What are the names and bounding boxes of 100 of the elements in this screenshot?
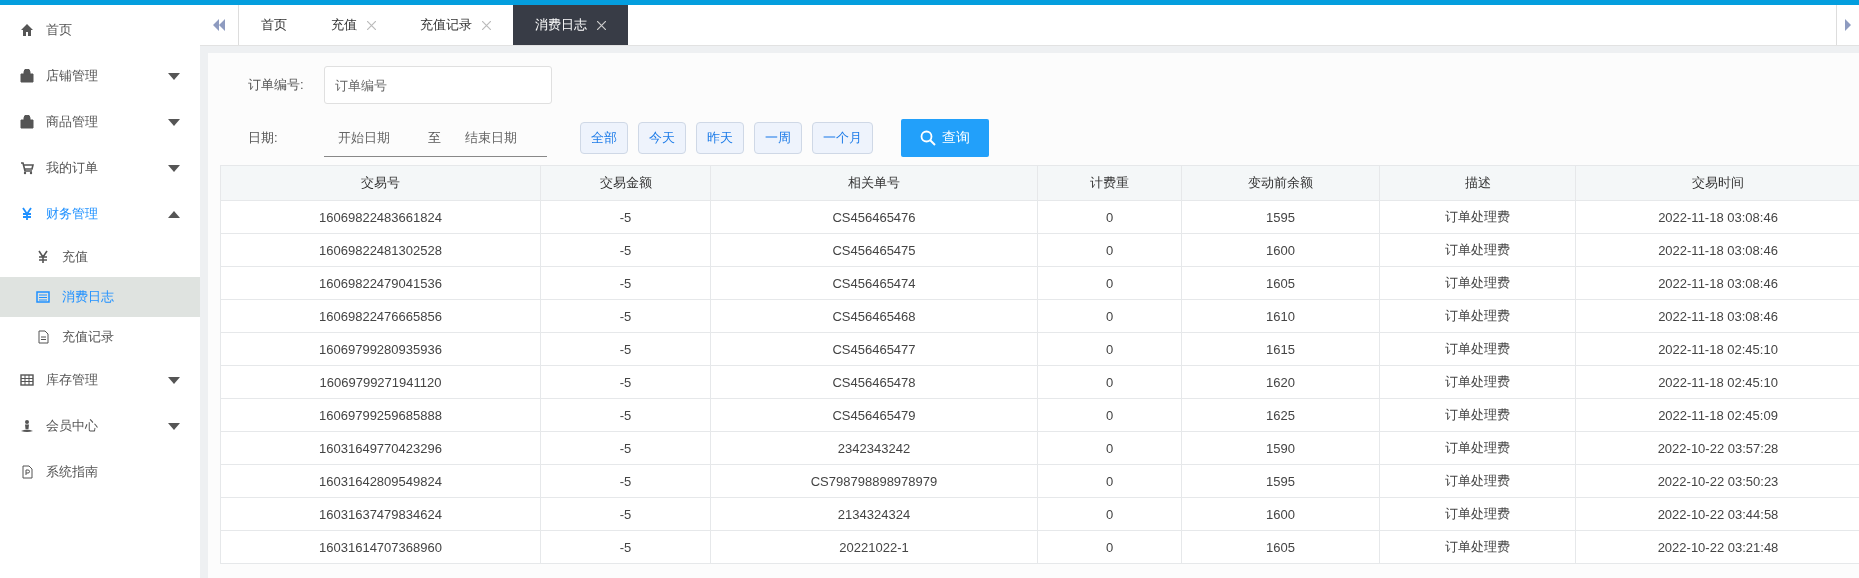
- sidebar-item[interactable]: 库存管理: [0, 357, 200, 403]
- menu-icon: [20, 23, 34, 37]
- column-header: 变动前余额: [1181, 165, 1380, 201]
- table-cell: 订单处理费: [1379, 431, 1576, 465]
- table-cell: 订单处理费: [1379, 365, 1576, 399]
- menu-icon: [36, 290, 50, 304]
- caret-icon: [168, 118, 180, 126]
- menu-icon: [20, 373, 34, 387]
- table-cell: 1600: [1181, 497, 1380, 531]
- table-cell: 1610: [1181, 299, 1380, 333]
- table-cell: CS456465479: [710, 398, 1038, 432]
- menu-icon: [20, 115, 34, 129]
- table-cell: -5: [540, 233, 711, 267]
- sidebar-item[interactable]: 我的订单: [0, 145, 200, 191]
- end-date-field[interactable]: 结束日期: [465, 130, 543, 145]
- table-cell: 订单处理费: [1379, 233, 1576, 267]
- table-cell: 16069822481302528: [220, 233, 541, 267]
- date-range-button[interactable]: 一个月: [812, 122, 873, 154]
- date-range-button[interactable]: 一周: [754, 122, 802, 154]
- tab[interactable]: 消费日志: [513, 5, 628, 45]
- menu-icon: [36, 330, 50, 344]
- date-range-button[interactable]: 昨天: [696, 122, 744, 154]
- table-cell: -5: [540, 299, 711, 333]
- date-range-button[interactable]: 全部: [580, 122, 628, 154]
- table-cell: -5: [540, 497, 711, 531]
- close-icon[interactable]: [597, 20, 606, 30]
- table-cell: 0: [1037, 332, 1182, 366]
- search-icon: [920, 130, 936, 146]
- table-cell: 1600: [1181, 233, 1380, 267]
- table-cell: 16031649770423296: [220, 431, 541, 465]
- date-separator: 至: [428, 128, 441, 147]
- table-cell: 16069799259685888: [220, 398, 541, 432]
- scroll-left-icon[interactable]: [212, 19, 226, 31]
- menu-icon: [20, 207, 34, 221]
- column-header: 相关单号: [710, 165, 1038, 201]
- table-cell: 2134324324: [710, 497, 1038, 531]
- submenu-item[interactable]: 充值记录: [0, 317, 200, 357]
- table-cell: 0: [1037, 398, 1182, 432]
- table-cell: 订单处理费: [1379, 497, 1576, 531]
- table-cell: CS456465476: [710, 200, 1038, 234]
- table-cell: 16069822476665856: [220, 299, 541, 333]
- table-cell: 1625: [1181, 398, 1380, 432]
- sidebar-item[interactable]: 店铺管理: [0, 53, 200, 99]
- table-cell: CS456465474: [710, 266, 1038, 300]
- caret-icon: [168, 210, 180, 218]
- table-cell: -5: [540, 530, 711, 564]
- start-date-field[interactable]: 开始日期: [338, 130, 416, 145]
- table-cell: 0: [1037, 266, 1182, 300]
- column-header: 交易金额: [540, 165, 711, 201]
- column-header: 计费重: [1037, 165, 1182, 201]
- table-cell: 0: [1037, 497, 1182, 531]
- menu-icon: [20, 161, 34, 175]
- table-cell: 0: [1037, 431, 1182, 465]
- table-cell: 16031642809549824: [220, 464, 541, 498]
- scroll-right-icon[interactable]: [1844, 19, 1852, 31]
- table-cell: CS456465468: [710, 299, 1038, 333]
- table-cell: 1605: [1181, 266, 1380, 300]
- sidebar-item[interactable]: 会员中心: [0, 403, 200, 449]
- table-cell: 16069822483661824: [220, 200, 541, 234]
- table-cell: CS456465477: [710, 332, 1038, 366]
- caret-icon: [168, 72, 180, 80]
- table-cell: -5: [540, 200, 711, 234]
- menu-icon: [36, 250, 50, 264]
- sidebar-item[interactable]: 商品管理: [0, 99, 200, 145]
- table-cell: 0: [1037, 200, 1182, 234]
- caret-icon: [168, 164, 180, 172]
- menu-icon: [20, 69, 34, 83]
- table-cell: 1605: [1181, 530, 1380, 564]
- field-label: 日期:: [248, 129, 279, 147]
- table-cell: 0: [1037, 233, 1182, 267]
- order-number-field[interactable]: 订单编号: [324, 66, 552, 104]
- table-cell: 16069799271941120: [220, 365, 541, 399]
- table-cell: -5: [540, 431, 711, 465]
- field-label: 订单编号:: [248, 76, 305, 94]
- sidebar-item[interactable]: 首页: [0, 7, 200, 53]
- table-cell: 订单处理费: [1379, 299, 1576, 333]
- date-range-button[interactable]: 今天: [638, 122, 686, 154]
- table-cell: 0: [1037, 464, 1182, 498]
- submenu-item[interactable]: 充值: [0, 237, 200, 277]
- table-cell: 1590: [1181, 431, 1380, 465]
- table-cell: 2342343242: [710, 431, 1038, 465]
- table-cell: -5: [540, 365, 711, 399]
- column-header: 描述: [1379, 165, 1576, 201]
- caret-icon: [168, 376, 180, 384]
- column-header: 交易号: [220, 165, 541, 201]
- table-cell: CS456465478: [710, 365, 1038, 399]
- table-cell: -5: [540, 332, 711, 366]
- sidebar-item[interactable]: 系统指南: [0, 449, 200, 495]
- table-cell: 16069822479041536: [220, 266, 541, 300]
- table-cell: -5: [540, 398, 711, 432]
- table-cell: 16031614707368960: [220, 530, 541, 564]
- menu-icon: [20, 419, 34, 433]
- table-cell: CS798798898978979: [710, 464, 1038, 498]
- table-cell: 1595: [1181, 464, 1380, 498]
- menu-icon: [20, 465, 34, 479]
- table-cell: -5: [540, 464, 711, 498]
- table-cell: 1620: [1181, 365, 1380, 399]
- table-cell: 订单处理费: [1379, 398, 1576, 432]
- column-header: 交易时间: [1575, 165, 1859, 201]
- table-cell: -5: [540, 266, 711, 300]
